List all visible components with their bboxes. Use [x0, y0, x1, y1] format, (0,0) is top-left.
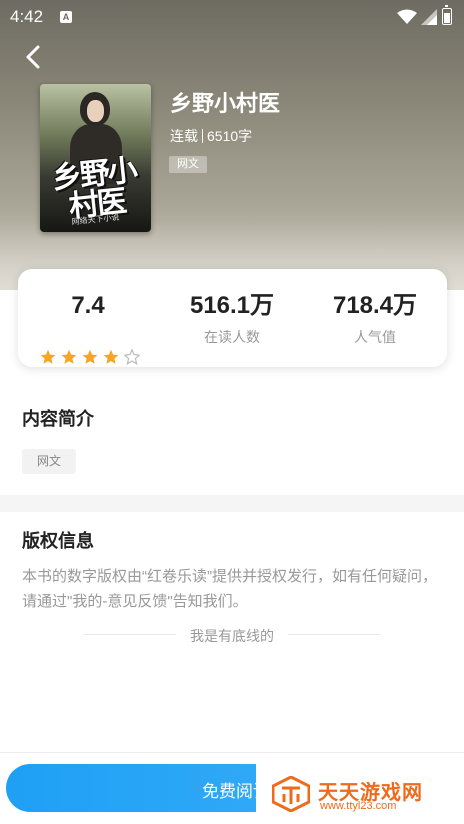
book-status: 连载 [170, 128, 198, 144]
signal-icon [421, 9, 437, 25]
end-of-list-text: 我是有底线的 [190, 628, 274, 644]
book-word-count: 6510字 [207, 128, 253, 144]
battery-icon [442, 5, 452, 25]
status-bar: 4:42 A [0, 0, 464, 34]
section-divider [0, 495, 464, 512]
copyright-title: 版权信息 [22, 531, 94, 551]
rating-value: 7.4 [71, 292, 105, 319]
stats-card: 7.4 516.1万 在读人数 718.4万 人气值 [18, 269, 447, 367]
back-icon[interactable] [22, 44, 48, 70]
popularity-stat: 718.4万 人气值 [305, 291, 445, 347]
star-filled-icon [61, 349, 77, 364]
copyright-text: 本书的数字版权由“红卷乐读”提供并授权发行，如有任何疑问，请通过"我的-意见反馈… [22, 568, 437, 610]
status-time: 4:42 [10, 7, 44, 26]
book-tag[interactable]: 网文 [169, 156, 207, 173]
book-meta: 连载 6510字 [170, 126, 252, 146]
rating-stat: 7.4 [18, 291, 158, 365]
watermark-url: www.ttyl23.com [320, 800, 397, 812]
meta-divider [202, 129, 203, 143]
intro-tag[interactable]: 网文 [22, 449, 76, 474]
popularity-label: 人气值 [354, 329, 396, 345]
book-cover: 乡野小村医 网络天下小说 [40, 84, 151, 232]
popularity-value: 718.4万 [332, 292, 418, 319]
intro-title: 内容简介 [22, 409, 94, 429]
watermark-logo-icon [272, 776, 310, 812]
readers-label: 在读人数 [204, 329, 260, 345]
star-empty-icon [124, 349, 140, 365]
star-filled-icon [40, 349, 56, 364]
end-line-right [288, 634, 380, 635]
readers-stat: 516.1万 在读人数 [162, 291, 302, 347]
notification-icon: A [60, 11, 72, 23]
site-watermark: 天天游戏网 www.ttyl23.com [256, 764, 464, 824]
book-title: 乡野小村医 [170, 91, 281, 116]
wifi-icon [397, 9, 417, 24]
readers-value: 516.1万 [189, 292, 275, 319]
star-filled-icon [82, 349, 98, 364]
star-filled-icon [103, 349, 119, 364]
